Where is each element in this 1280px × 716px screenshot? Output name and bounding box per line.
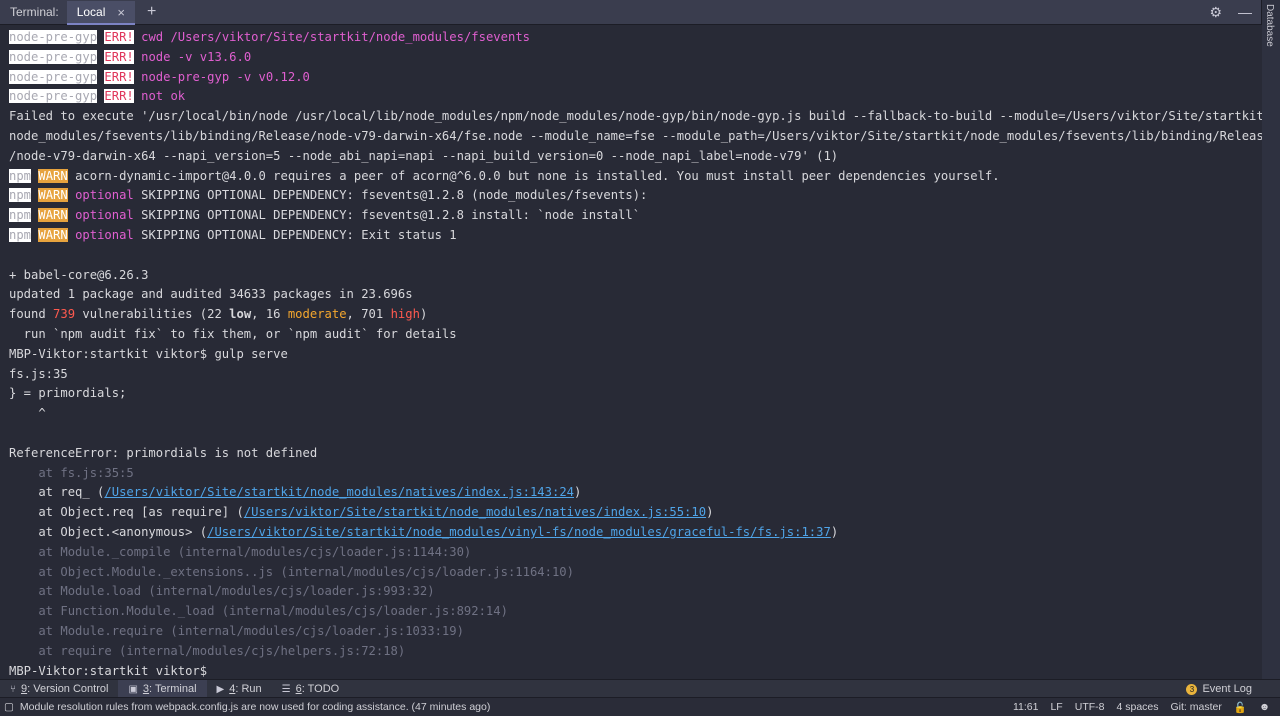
terminal-line: at Object.req [as require] (/Users/vikto… <box>9 505 714 520</box>
terminal-line: /node-v79-darwin-x64 --napi_version=5 --… <box>9 148 839 163</box>
terminal-line: node-pre-gyp ERR! cwd /Users/viktor/Site… <box>9 30 530 44</box>
terminal-title: Terminal: <box>10 5 59 19</box>
terminal-line: at Module._compile (internal/modules/cjs… <box>9 544 472 559</box>
file-encoding[interactable]: UTF-8 <box>1075 701 1105 713</box>
event-log-label: Event Log <box>1202 683 1252 695</box>
line-separator[interactable]: LF <box>1050 701 1062 713</box>
terminal-line: node_modules/fsevents/lib/binding/Releas… <box>9 128 1262 143</box>
terminal-prompt-line: MBP-Viktor:startkit viktor$ <box>9 663 208 678</box>
terminal-line: Failed to execute '/usr/local/bin/node /… <box>9 109 1262 124</box>
version-control-icon: ⑂ <box>10 683 16 695</box>
terminal-line: ReferenceError: primordials is not defin… <box>9 445 318 460</box>
minimize-icon[interactable]: — <box>1238 4 1252 21</box>
terminal-line: node-pre-gyp ERR! node-pre-gyp -v v0.12.… <box>9 69 310 84</box>
inspector-icon[interactable]: ☻ <box>1259 701 1270 713</box>
terminal-line: node-pre-gyp ERR! not ok <box>9 89 186 104</box>
terminal-icon: ▣ <box>128 683 138 695</box>
todo-tool-button[interactable]: ☰ 6: TODO <box>272 680 350 698</box>
terminal-line: at Object.<anonymous> (/Users/viktor/Sit… <box>9 524 839 539</box>
terminal-line: at fs.js:35:5 <box>9 465 134 480</box>
terminal-line: + babel-core@6.26.3 <box>9 267 149 282</box>
tab-local-label: Local <box>76 5 106 19</box>
file-link[interactable]: /Users/viktor/Site/startkit/node_modules… <box>104 485 574 499</box>
terminal-line: at Module.require (internal/modules/cjs/… <box>9 623 464 638</box>
terminal-line: node-pre-gyp ERR! node -v v13.6.0 <box>9 49 252 64</box>
file-link[interactable]: /Users/viktor/Site/startkit/node_modules… <box>244 505 706 519</box>
tab-local[interactable]: Local × <box>66 1 135 25</box>
terminal-line: ^ <box>9 406 46 421</box>
tool-window-bar: ⑂ 9: Version Control ▣ 3: Terminal ▶ 4: … <box>0 679 1280 698</box>
terminal-line: updated 1 package and audited 34633 pack… <box>9 287 413 302</box>
terminal-line: at require (internal/modules/cjs/helpers… <box>9 643 406 658</box>
terminal-line: at Object.Module._extensions..js (intern… <box>9 564 574 579</box>
event-log-button[interactable]: 3 Event Log <box>1186 683 1280 695</box>
terminal-line: found 739 vulnerabilities (22 low, 16 mo… <box>9 307 428 322</box>
run-icon: ▶ <box>216 683 225 695</box>
status-bar: ▢ Module resolution rules from webpack.c… <box>0 697 1280 716</box>
terminal-line: npm WARN optional SKIPPING OPTIONAL DEPE… <box>9 208 641 223</box>
event-count-badge: 3 <box>1186 683 1198 695</box>
terminal-line: npm WARN optional SKIPPING OPTIONAL DEPE… <box>9 188 648 203</box>
status-message[interactable]: Module resolution rules from webpack.con… <box>20 701 490 713</box>
lock-icon[interactable]: 🔓 <box>1234 701 1247 714</box>
terminal-line: } = primordials; <box>9 386 127 401</box>
terminal-line: run `npm audit fix` to fix them, or `npm… <box>9 326 457 341</box>
terminal-line: at Module.load (internal/modules/cjs/loa… <box>9 584 435 599</box>
terminal-line: npm WARN optional SKIPPING OPTIONAL DEPE… <box>9 227 457 242</box>
run-tool-button[interactable]: ▶ 4: Run <box>207 680 272 698</box>
caret-position[interactable]: 11:61 <box>1013 701 1039 713</box>
close-icon[interactable]: × <box>117 5 125 20</box>
terminal-tabbar: Terminal: Local × + ⚙ — <box>0 0 1262 25</box>
todo-icon: ☰ <box>281 683 291 695</box>
right-tool-strip: Database <box>1261 0 1280 680</box>
git-branch[interactable]: Git: master <box>1171 701 1222 713</box>
version-control-tool-button[interactable]: ⑂ 9: Version Control <box>0 680 118 698</box>
terminal-line: MBP-Viktor:startkit viktor$ gulp serve <box>9 346 288 361</box>
panel-toggle-icon[interactable]: ▢ <box>4 701 14 713</box>
terminal-tool-button[interactable]: ▣ 3: Terminal <box>118 680 207 698</box>
terminal-line: at req_ (/Users/viktor/Site/startkit/nod… <box>9 485 582 500</box>
file-link[interactable]: /Users/viktor/Site/startkit/node_modules… <box>207 525 831 539</box>
terminal-output[interactable]: node-pre-gyp ERR! cwd /Users/viktor/Site… <box>0 25 1262 680</box>
terminal-line: fs.js:35 <box>9 366 68 381</box>
indent-setting[interactable]: 4 spaces <box>1116 701 1158 713</box>
terminal-line: npm WARN acorn-dynamic-import@4.0.0 requ… <box>9 168 1000 183</box>
terminal-line: at Function.Module._load (internal/modul… <box>9 604 508 619</box>
add-tab-icon[interactable]: + <box>147 3 156 21</box>
gear-icon[interactable]: ⚙ <box>1209 4 1222 21</box>
database-tool-tab[interactable]: Database <box>1264 4 1275 47</box>
